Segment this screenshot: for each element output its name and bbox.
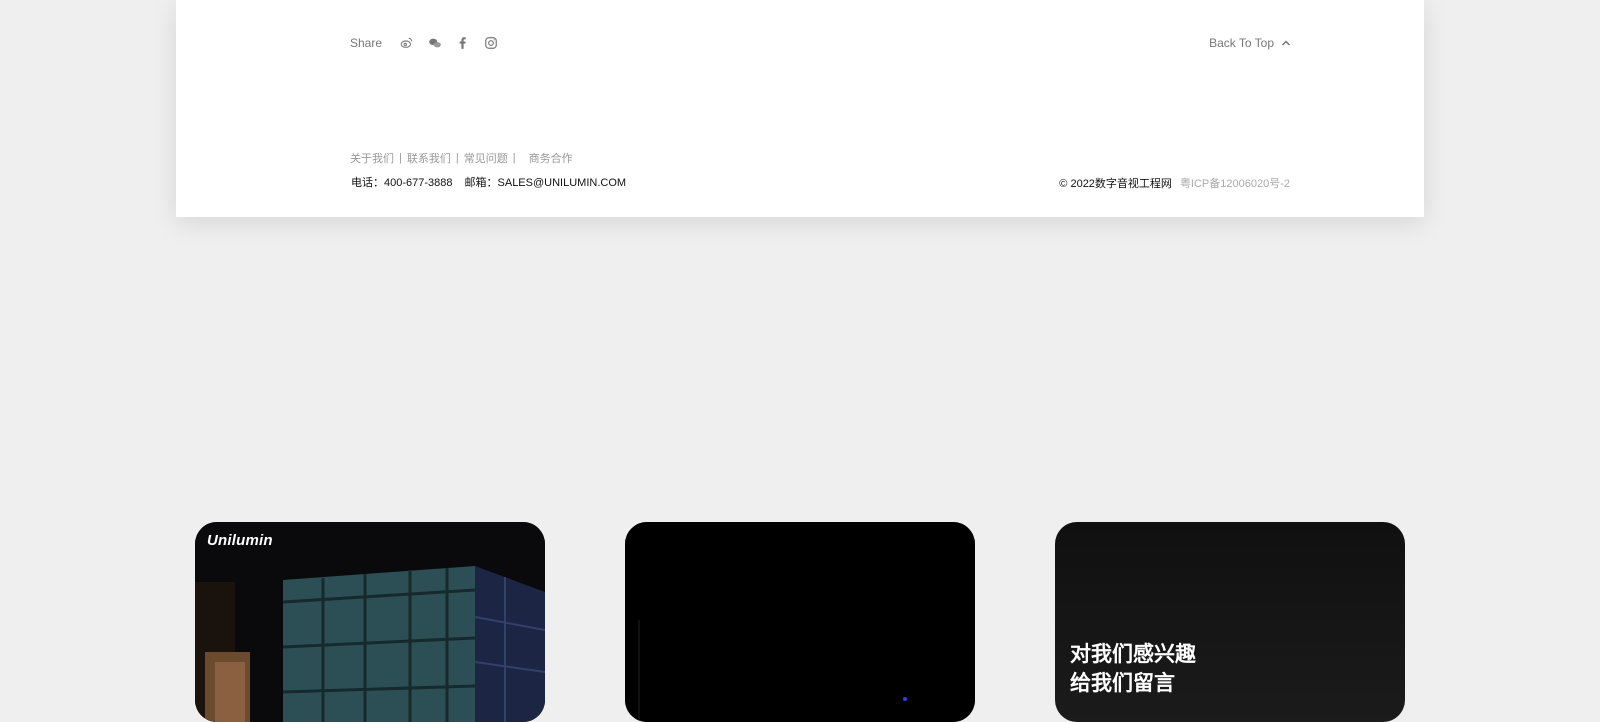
- card-video[interactable]: [625, 522, 975, 722]
- copyright-row: © 2022数字音视工程网 粤ICP备12006020号-2: [1059, 175, 1290, 191]
- brand-logo: Unilumin: [207, 532, 273, 549]
- copyright-text: © 2022数字音视工程网: [1059, 178, 1172, 190]
- link-contact-us[interactable]: 联系我们: [407, 150, 451, 166]
- video-placeholder: [625, 522, 975, 722]
- building-image: [195, 522, 545, 722]
- card-message[interactable]: 对我们感兴趣 给我们留言: [1055, 522, 1405, 722]
- message-prompt: 对我们感兴趣 给我们留言: [1070, 640, 1196, 698]
- phone-text: 电话：400-677-3888: [351, 177, 453, 189]
- link-about-us[interactable]: 关于我们: [350, 150, 394, 166]
- message-prompt-line2: 给我们留言: [1070, 672, 1175, 695]
- instagram-icon[interactable]: [482, 34, 500, 52]
- chevron-up-icon: [1281, 40, 1291, 46]
- link-separator: |: [512, 152, 516, 164]
- card-unilumin[interactable]: Unilumin: [195, 522, 545, 722]
- link-separator: |: [399, 152, 402, 164]
- contact-info: 电话：400-677-3888 邮箱：SALES@UNILUMIN.COM: [351, 174, 626, 190]
- link-separator: |: [455, 152, 459, 164]
- footer-links: 关于我们 | 联系我们 | 常见问题 | 商务合作: [350, 150, 573, 166]
- weibo-icon[interactable]: [398, 34, 416, 52]
- back-to-top-label: Back To Top: [1209, 36, 1274, 50]
- link-business[interactable]: 商务合作: [529, 150, 573, 166]
- link-faq[interactable]: 常见问题: [464, 150, 508, 166]
- message-prompt-line1: 对我们感兴趣: [1070, 643, 1196, 666]
- facebook-icon[interactable]: [454, 34, 472, 52]
- wechat-icon[interactable]: [426, 34, 444, 52]
- icp-link[interactable]: 粤ICP备12006020号-2: [1180, 175, 1290, 191]
- footer-panel: Share Back To Top 关于我们 | 联系我们 | 常见问题 | 商…: [176, 0, 1424, 217]
- share-row: Share: [350, 34, 510, 52]
- email-text: 邮箱：SALES@UNILUMIN.COM: [464, 177, 627, 189]
- share-label: Share: [350, 36, 383, 50]
- back-to-top-button[interactable]: Back To Top: [1209, 34, 1292, 52]
